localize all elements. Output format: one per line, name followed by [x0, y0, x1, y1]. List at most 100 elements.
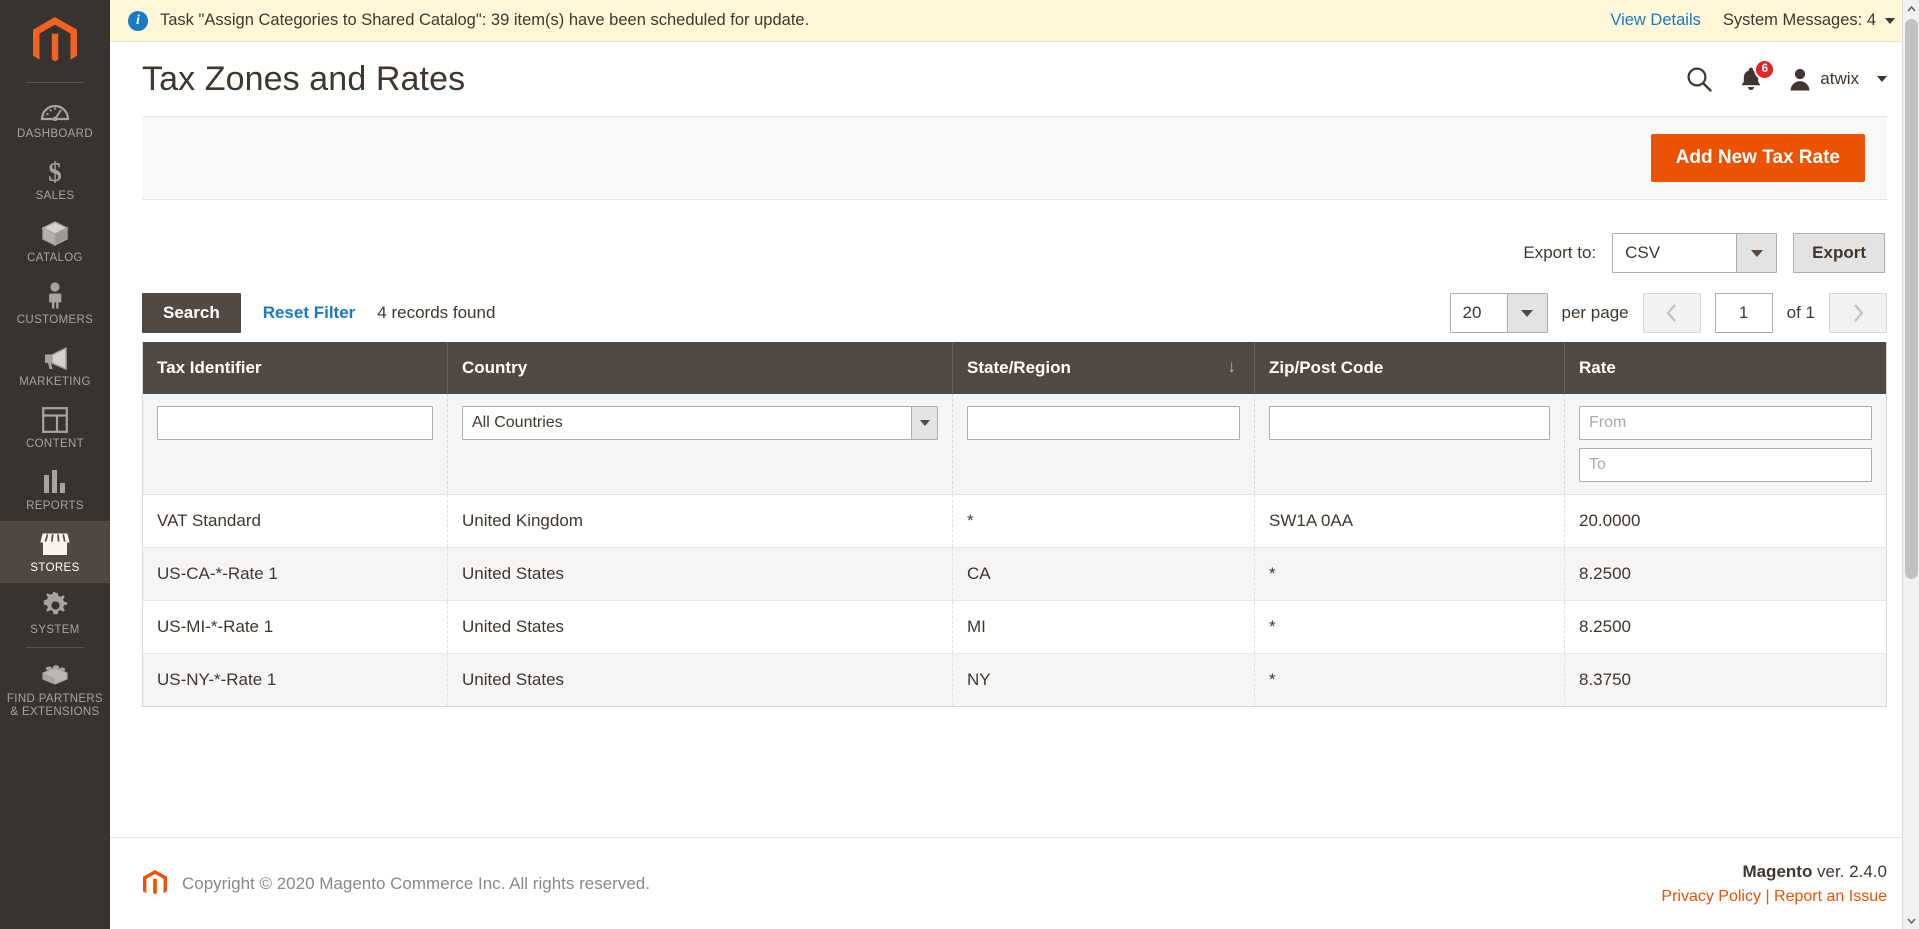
previous-page-button[interactable]: [1642, 293, 1701, 333]
sidebar-item-system[interactable]: System: [0, 583, 110, 645]
cell-state-region: MI: [952, 600, 1255, 654]
admin-page: Dashboard $ Sales Catalog: [0, 0, 1919, 929]
sidebar-item-label: Customers: [16, 314, 94, 326]
filter-tax-identifier-input[interactable]: [157, 406, 433, 440]
grid-header-row: Tax Identifier Country ↓ State/Region Zip…: [142, 342, 1887, 394]
next-page-button[interactable]: [1829, 293, 1887, 333]
export-toolbar: Export to: CSV Export: [142, 200, 1887, 278]
total-pages-label: of 1: [1786, 303, 1815, 322]
export-format-select[interactable]: CSV: [1612, 233, 1778, 273]
view-details-link[interactable]: View Details: [1610, 11, 1700, 30]
header-actions: 6 atwix: [1685, 58, 1887, 93]
page-content: Add New Tax Rate Export to: CSV Export S…: [110, 116, 1919, 837]
sidebar-item-customers[interactable]: Customers: [0, 273, 110, 335]
chevron-right-icon: [1853, 304, 1863, 322]
sidebar-item-reports[interactable]: Reports: [0, 459, 110, 521]
gear-icon: [42, 592, 69, 619]
magento-logo-icon: [143, 869, 167, 894]
sidebar-item-label: Dashboard: [17, 128, 93, 140]
sidebar-item-label-line2: & Extensions: [10, 706, 100, 718]
table-row[interactable]: US-MI-*-Rate 1 United States MI * 8.2500: [142, 600, 1887, 654]
filter-rate-from-input[interactable]: [1579, 406, 1872, 440]
chevron-down-icon: [1736, 234, 1777, 272]
bar-chart-icon: [42, 468, 68, 495]
report-issue-link[interactable]: Report an Issue: [1774, 888, 1887, 905]
box-icon: [41, 220, 69, 247]
chevron-up-icon: [1907, 5, 1916, 11]
sidebar-item-find-partners[interactable]: Find Partners & Extensions: [0, 652, 110, 727]
footer-right: Magento ver. 2.4.0 Privacy Policy | Repo…: [1661, 862, 1887, 906]
cell-tax-identifier: US-MI-*-Rate 1: [142, 600, 448, 654]
sidebar-item-label: Content: [25, 438, 85, 450]
filter-country-select[interactable]: All Countries: [462, 406, 938, 440]
page-header: Tax Zones and Rates 6 atwix: [110, 42, 1919, 116]
sidebar-item-label: Find Partners & Extensions: [7, 693, 103, 719]
chevron-down-icon: [1877, 76, 1887, 82]
export-button[interactable]: Export: [1793, 233, 1885, 273]
sidebar-divider-top: [26, 82, 84, 83]
magento-logo-icon: [33, 17, 77, 62]
filter-cell-state-region: [952, 394, 1255, 495]
cell-zip: *: [1254, 600, 1565, 654]
export-to-label: Export to:: [1523, 243, 1597, 262]
column-header-country[interactable]: Country: [447, 342, 953, 394]
table-row[interactable]: VAT Standard United Kingdom * SW1A 0AA 2…: [142, 494, 1887, 548]
magento-logo[interactable]: [0, 6, 110, 80]
system-message-text: Task "Assign Categories to Shared Catalo…: [160, 11, 810, 29]
footer-left: Copyright © 2020 Magento Commerce Inc. A…: [142, 869, 650, 899]
filter-state-region-input[interactable]: [967, 406, 1240, 440]
cell-country: United States: [447, 547, 953, 601]
column-header-zip-post-code[interactable]: Zip/Post Code: [1254, 342, 1565, 394]
cell-tax-identifier: VAT Standard: [142, 494, 448, 548]
table-row[interactable]: US-CA-*-Rate 1 United States CA * 8.2500: [142, 547, 1887, 601]
cell-zip: SW1A 0AA: [1254, 494, 1565, 548]
column-header-state-region[interactable]: ↓ State/Region: [952, 342, 1255, 394]
sidebar-item-catalog[interactable]: Catalog: [0, 211, 110, 273]
scrollbar-down-button[interactable]: [1903, 912, 1919, 929]
column-header-tax-identifier[interactable]: Tax Identifier: [142, 342, 448, 394]
system-messages-toggle[interactable]: System Messages: 4: [1723, 11, 1895, 30]
current-page-input[interactable]: [1714, 293, 1773, 333]
footer-links: Privacy Policy | Report an Issue: [1661, 888, 1887, 906]
system-messages-count-label: System Messages: 4: [1722, 11, 1876, 29]
column-header-rate[interactable]: Rate: [1564, 342, 1887, 394]
page-actions-bar: Add New Tax Rate: [142, 116, 1887, 200]
megaphone-icon: [40, 344, 70, 371]
search-icon[interactable]: [1685, 65, 1713, 93]
window-scrollbar[interactable]: [1902, 0, 1919, 929]
sidebar-item-label: Reports: [26, 500, 84, 512]
filter-rate-to-input[interactable]: [1579, 448, 1872, 482]
main-area: i Task "Assign Categories to Shared Cata…: [110, 0, 1919, 929]
scrollbar-up-button[interactable]: [1903, 0, 1919, 17]
sort-descending-icon: ↓: [1227, 357, 1237, 376]
notifications-bell[interactable]: 6: [1739, 58, 1776, 93]
system-message-actions: View Details System Messages: 4: [1610, 11, 1895, 30]
table-row[interactable]: US-NY-*-Rate 1 United States NY * 8.3750: [142, 653, 1887, 707]
scrollbar-thumb[interactable]: [1905, 19, 1918, 579]
user-menu[interactable]: atwix: [1789, 67, 1887, 91]
copyright-text: Copyright © 2020 Magento Commerce Inc. A…: [182, 873, 650, 893]
sidebar-item-sales[interactable]: $ Sales: [0, 149, 110, 211]
cell-country: United Kingdom: [447, 494, 953, 548]
cell-rate: 8.2500: [1564, 600, 1887, 654]
search-button[interactable]: Search: [142, 293, 241, 333]
cell-rate: 8.2500: [1564, 547, 1887, 601]
user-avatar-icon: [1790, 68, 1810, 91]
per-page-select[interactable]: 20: [1449, 293, 1548, 333]
sidebar-item-dashboard[interactable]: Dashboard: [0, 87, 110, 149]
add-new-tax-rate-button[interactable]: Add New Tax Rate: [1650, 134, 1865, 182]
filter-zip-input[interactable]: [1269, 406, 1550, 440]
magento-version: Magento ver. 2.4.0: [1661, 862, 1887, 882]
sidebar-item-label: Marketing: [19, 376, 91, 388]
sidebar-item-label-line1: Find Partners: [6, 693, 104, 705]
sidebar-item-stores[interactable]: Stores: [0, 521, 110, 583]
sidebar-item-marketing[interactable]: Marketing: [0, 335, 110, 397]
cell-rate: 8.3750: [1564, 653, 1887, 707]
svg-text:$: $: [48, 158, 62, 185]
sidebar-item-content[interactable]: Content: [0, 397, 110, 459]
privacy-policy-link[interactable]: Privacy Policy: [1661, 888, 1761, 905]
puzzle-brick-icon: [41, 661, 69, 688]
grid-toolbar-left: Search Reset Filter 4 records found: [142, 293, 495, 333]
reset-filter-link[interactable]: Reset Filter: [263, 303, 356, 323]
chevron-left-icon: [1667, 304, 1676, 322]
